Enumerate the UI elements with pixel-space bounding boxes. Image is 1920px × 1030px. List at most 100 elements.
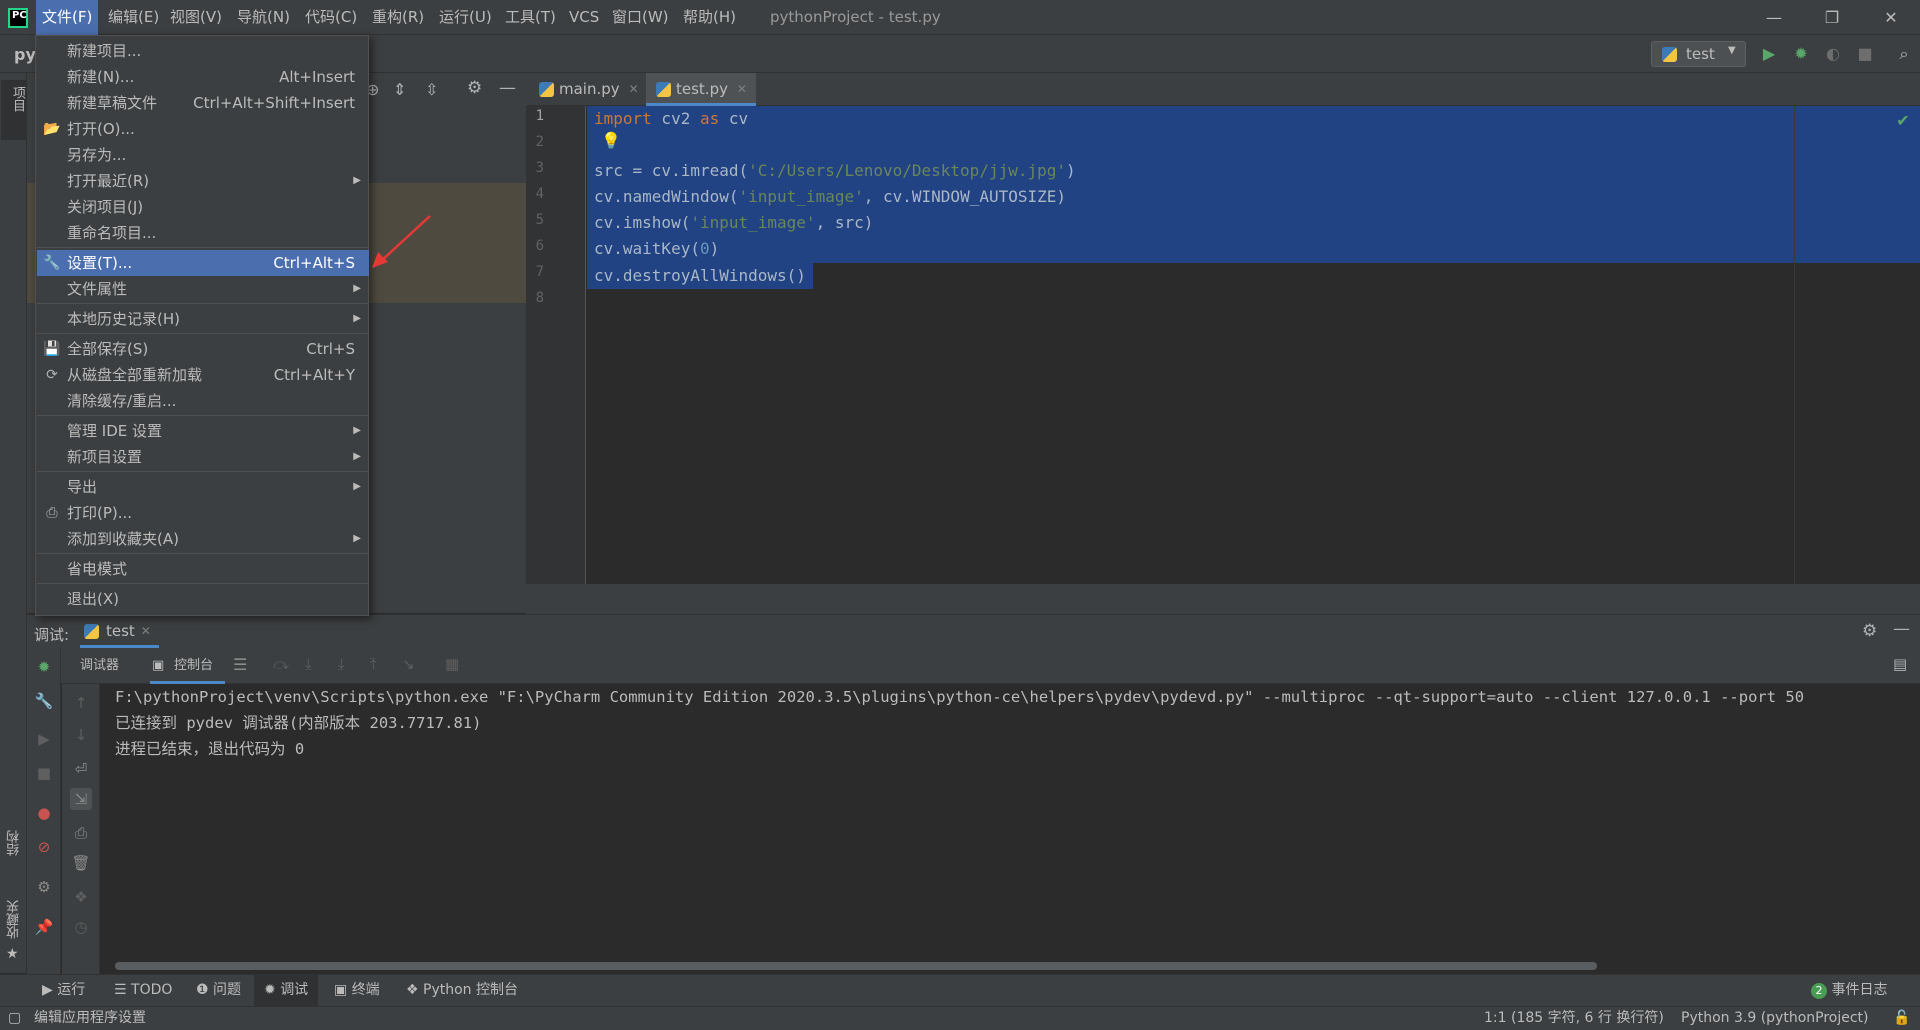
- lightbulb-icon[interactable]: 💡: [601, 131, 621, 150]
- scroll-to-end-icon[interactable]: ⇲: [70, 788, 92, 810]
- arrow-down-icon[interactable]: ↓: [70, 724, 92, 746]
- pin-icon[interactable]: 📌: [33, 916, 55, 938]
- menu-item-power-save[interactable]: 省电模式: [37, 556, 369, 582]
- status-toggle-icon[interactable]: ▢: [8, 1006, 21, 1030]
- arrow-up-icon[interactable]: ↑: [70, 692, 92, 714]
- run-config-selector[interactable]: test ▼: [1651, 41, 1746, 67]
- btab-run[interactable]: ▶ 运行: [36, 974, 91, 1006]
- tool-tab-project[interactable]: 项目: [1, 80, 27, 140]
- menu-navigate[interactable]: 导航(N): [231, 0, 296, 35]
- menu-item-local-history[interactable]: 本地历史记录(H) ▶: [37, 306, 369, 332]
- menu-item-close-project[interactable]: 关闭项目(J): [37, 194, 369, 220]
- history-icon[interactable]: ◷: [70, 916, 92, 938]
- menu-item-settings[interactable]: 🔧 设置(T)... Ctrl+Alt+S: [37, 250, 369, 276]
- menu-refactor[interactable]: 重构(R): [366, 0, 430, 35]
- close-tab-icon[interactable]: ✕: [141, 614, 151, 648]
- btab-python-console[interactable]: ❖ Python 控制台: [400, 974, 524, 1006]
- menu-item-save-all[interactable]: 💾 全部保存(S) Ctrl+S: [37, 336, 369, 362]
- project-breadcrumb[interactable]: py: [14, 45, 36, 64]
- menu-item-print[interactable]: ⎙ 打印(P)...: [37, 500, 369, 526]
- coverage-icon[interactable]: ◐: [1822, 43, 1844, 65]
- menu-item-invalidate-caches[interactable]: 清除缓存/重启...: [37, 388, 369, 414]
- menu-file[interactable]: 文件(F): [36, 0, 99, 35]
- hide-panel-icon[interactable]: —: [1893, 619, 1910, 639]
- menu-view[interactable]: 视图(V): [164, 0, 228, 35]
- tool-tab-structure[interactable]: 结构: [5, 830, 24, 856]
- step-out-icon[interactable]: ⤒: [370, 655, 377, 673]
- step-over-icon[interactable]: ⤼: [273, 655, 289, 673]
- subtab-console[interactable]: ▣ 控制台: [150, 648, 226, 684]
- close-tab-icon[interactable]: ✕: [629, 73, 639, 106]
- menu-item-open-recent[interactable]: 打开最近(R) ▶: [37, 168, 369, 194]
- search-icon[interactable]: ⌕: [1893, 43, 1915, 65]
- menu-item-export[interactable]: 导出 ▶: [37, 474, 369, 500]
- menu-item-save-as[interactable]: 另存为...: [37, 142, 369, 168]
- btab-problems[interactable]: ❶ 问题: [190, 974, 247, 1006]
- caret-position[interactable]: 1:1 (185 字符, 6 行 换行符): [1484, 1006, 1664, 1030]
- subtab-debugger[interactable]: 调试器: [80, 648, 119, 684]
- menu-item-new[interactable]: 新建(N)... Alt+Insert: [37, 64, 369, 90]
- menu-item-new-project-settings[interactable]: 新项目设置 ▶: [37, 444, 369, 470]
- evaluate-icon[interactable]: ▦: [445, 655, 459, 673]
- inspection-ok-icon[interactable]: ✔: [1893, 111, 1913, 131]
- code-line-5: cv.imshow('input_image', src): [594, 210, 873, 236]
- tool-tab-favorites[interactable]: 收藏夹: [5, 900, 24, 939]
- btab-debug[interactable]: ✹ 调试: [254, 974, 319, 1006]
- soft-wrap-icon[interactable]: ⏎: [70, 758, 92, 780]
- wrench-icon[interactable]: 🔧: [33, 690, 55, 712]
- rerun-debug-icon[interactable]: ✹: [33, 656, 55, 678]
- restore-button[interactable]: ❐: [1803, 0, 1861, 35]
- console-horizontal-scrollbar[interactable]: [115, 962, 1597, 970]
- close-button[interactable]: ✕: [1862, 0, 1920, 35]
- python-console-icon[interactable]: ❖: [70, 886, 92, 908]
- step-into-my-code-icon[interactable]: ⤓: [338, 655, 345, 673]
- collapse-all-icon[interactable]: ⇳: [425, 80, 438, 99]
- run-icon[interactable]: ▶: [1758, 43, 1780, 65]
- menu-run[interactable]: 运行(U): [433, 0, 498, 35]
- stop-icon[interactable]: ■: [1854, 43, 1876, 65]
- gear-icon[interactable]: ⚙: [33, 876, 55, 898]
- hide-panel-icon[interactable]: —: [499, 78, 516, 98]
- menu-lines-icon[interactable]: ☰: [233, 655, 247, 674]
- print-icon[interactable]: ⎙: [70, 822, 92, 844]
- menu-item-new-project[interactable]: 新建项目...: [37, 38, 369, 64]
- menu-item-reload-all[interactable]: ⟳ 从磁盘全部重新加载 Ctrl+Alt+Y: [37, 362, 369, 388]
- menu-help[interactable]: 帮助(H): [677, 0, 742, 35]
- btab-todo[interactable]: ☰ TODO: [108, 974, 178, 1006]
- menu-item-exit[interactable]: 退出(X): [37, 586, 369, 612]
- gear-icon[interactable]: ⚙: [467, 78, 482, 98]
- event-log-label: 事件日志: [1831, 982, 1888, 998]
- view-breakpoints-icon[interactable]: ●: [33, 802, 55, 824]
- lock-icon[interactable]: 🔓: [1893, 1006, 1910, 1030]
- interpreter-selector[interactable]: Python 3.9 (pythonProject): [1681, 1006, 1869, 1030]
- layout-icon[interactable]: ▤: [1893, 655, 1907, 673]
- minimize-button[interactable]: —: [1745, 0, 1803, 35]
- console-output[interactable]: F:\pythonProject\venv\Scripts\python.exe…: [101, 684, 1920, 974]
- run-to-cursor-icon[interactable]: ↘: [402, 655, 415, 673]
- expand-all-icon[interactable]: ⇕: [393, 80, 406, 99]
- menu-item-rename-project[interactable]: 重命名项目...: [37, 220, 369, 246]
- debug-session-tab[interactable]: test ✕: [80, 614, 159, 648]
- menu-vcs[interactable]: VCS: [563, 0, 605, 35]
- trash-icon[interactable]: 🗑: [70, 852, 92, 874]
- menu-item-open[interactable]: 📂 打开(O)...: [37, 116, 369, 142]
- step-into-icon[interactable]: ⤓: [305, 655, 312, 673]
- menu-edit[interactable]: 编辑(E): [102, 0, 165, 35]
- mute-breakpoints-icon[interactable]: ⊘: [33, 836, 55, 858]
- menu-item-manage-ide-settings[interactable]: 管理 IDE 设置 ▶: [37, 418, 369, 444]
- debug-icon[interactable]: ✹: [1790, 43, 1812, 65]
- menu-tools[interactable]: 工具(T): [499, 0, 562, 35]
- close-tab-icon[interactable]: ✕: [737, 73, 747, 106]
- gear-icon[interactable]: ⚙: [1862, 621, 1877, 641]
- event-log-button[interactable]: 2 事件日志: [1805, 974, 1893, 1006]
- menu-item-file-properties[interactable]: 文件属性 ▶: [37, 276, 369, 302]
- menu-item-add-to-favorites[interactable]: 添加到收藏夹(A) ▶: [37, 526, 369, 552]
- resume-icon[interactable]: ▶: [33, 728, 55, 750]
- menu-item-new-scratch[interactable]: 新建草稿文件 Ctrl+Alt+Shift+Insert: [37, 90, 369, 116]
- tab-test-py[interactable]: test.py ✕: [646, 73, 756, 106]
- btab-terminal[interactable]: ▣ 终端: [328, 974, 386, 1006]
- stop-icon[interactable]: ■: [33, 762, 55, 784]
- menu-window[interactable]: 窗口(W): [606, 0, 675, 35]
- menu-code[interactable]: 代码(C): [299, 0, 363, 35]
- tab-main-py[interactable]: main.py ✕: [529, 73, 648, 106]
